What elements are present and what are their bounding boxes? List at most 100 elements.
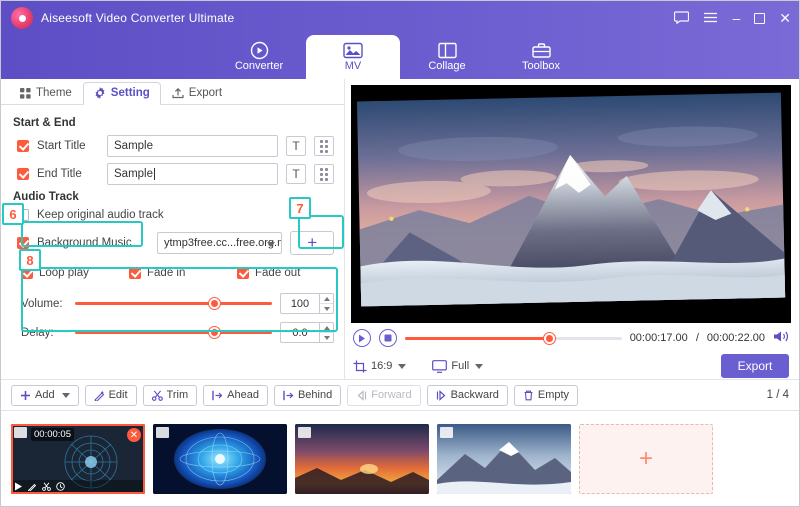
thumbnail-type-icon-1: [14, 427, 27, 438]
callout-7: 7: [289, 197, 311, 219]
tab-export[interactable]: Export: [161, 82, 233, 104]
minimize-button[interactable]: –: [732, 11, 740, 25]
start-title-label: Start Title: [37, 140, 86, 152]
fade-out-label: Fade out: [255, 267, 301, 279]
behind-button-label: Behind: [297, 389, 333, 401]
delay-label: Delay:: [21, 326, 54, 339]
nav-tab-mv[interactable]: MV: [306, 35, 400, 79]
thumbnail-actions-1[interactable]: [14, 482, 65, 491]
player-controls: 00:00:17.00 / 00:00:22.00: [351, 329, 791, 347]
thumbnail-remove-button-1[interactable]: ✕: [127, 428, 141, 442]
volume-stepper[interactable]: 100: [280, 293, 334, 314]
start-title-more-button[interactable]: [314, 136, 334, 156]
add-button[interactable]: Add: [11, 384, 79, 406]
time-total: 00:00:22.00: [706, 332, 765, 344]
delay-stepper[interactable]: 0.0: [280, 322, 334, 343]
forward-button[interactable]: Forward: [347, 384, 421, 406]
app-logo-icon: [11, 7, 33, 29]
menu-icon[interactable]: [703, 11, 718, 25]
wand-icon: [93, 390, 104, 401]
page-indicator: 1 / 4: [766, 389, 789, 401]
screen-mode-selector[interactable]: Full: [432, 359, 484, 373]
behind-button[interactable]: Behind: [273, 384, 342, 406]
volume-slider[interactable]: [75, 298, 272, 309]
filmstrip-item-2[interactable]: [153, 424, 287, 494]
nav-tab-converter-label: Converter: [234, 60, 284, 72]
player-options: 16:9 Full Export: [351, 354, 791, 378]
scissors-icon: [42, 482, 51, 491]
crop-icon: [353, 360, 367, 372]
fade-in-label: Fade in: [147, 267, 186, 279]
ahead-button[interactable]: Ahead: [203, 384, 268, 406]
end-title-more-button[interactable]: [314, 164, 334, 184]
empty-button[interactable]: Empty: [513, 384, 579, 406]
start-title-input[interactable]: Sample: [107, 135, 278, 157]
filmstrip-item-1[interactable]: 00:00:05 ✕: [11, 424, 145, 494]
backward-button-label: Backward: [450, 389, 499, 401]
volume-icon[interactable]: [773, 330, 789, 346]
add-media-tile[interactable]: +: [579, 424, 713, 494]
background-music-row: Background Music ytmp3free.cc...free.org…: [17, 231, 334, 255]
background-music-checkbox[interactable]: [17, 237, 29, 249]
play-button[interactable]: [353, 329, 371, 347]
window-controls: – ✕: [674, 1, 791, 35]
screen-mode-value: Full: [451, 360, 470, 372]
feedback-icon[interactable]: [674, 10, 690, 26]
fade-in-checkbox[interactable]: [129, 267, 141, 279]
settings-subtabs: Theme Setting Export: [1, 79, 344, 105]
backward-button[interactable]: Backward: [426, 384, 508, 406]
settings-panel: Theme Setting Export Start & End Start T…: [1, 79, 345, 379]
filmstrip-item-4[interactable]: [437, 424, 571, 494]
delay-row: Delay: 0.0: [21, 322, 334, 343]
end-title-row: End Title Sample T: [17, 163, 334, 185]
callout-6: 6: [2, 203, 24, 225]
nav-tab-collage[interactable]: Collage: [400, 35, 494, 79]
nav-tab-toolbox[interactable]: Toolbox: [494, 35, 588, 79]
loop-play-label: Loop play: [39, 267, 89, 279]
music-file-select[interactable]: ytmp3free.cc...free.org.mp3: [157, 232, 283, 254]
backward-icon: [436, 389, 445, 401]
start-title-text-style-button[interactable]: T: [286, 136, 306, 156]
nav-tab-collage-label: Collage: [428, 60, 466, 72]
video-preview[interactable]: [351, 85, 791, 323]
close-button[interactable]: ✕: [779, 11, 791, 25]
settings-content: Start & End Start Title Sample T End Tit…: [1, 105, 344, 343]
trim-button[interactable]: Trim: [142, 384, 198, 406]
nav-tab-converter[interactable]: Converter: [212, 35, 306, 79]
edit-button[interactable]: Edit: [84, 384, 137, 406]
scissors-icon: [151, 389, 163, 401]
mv-icon: [343, 42, 363, 58]
nav-tab-toolbox-label: Toolbox: [522, 60, 560, 72]
wand-icon: [28, 483, 37, 491]
background-music-label: Background Music: [37, 237, 132, 249]
thumbnail-type-icon-3: [298, 427, 311, 438]
tab-theme[interactable]: Theme: [9, 82, 83, 104]
end-title-checkbox[interactable]: [17, 168, 29, 180]
maximize-button[interactable]: [754, 12, 766, 24]
aspect-ratio-selector[interactable]: 16:9: [353, 360, 407, 373]
time-current: 00:00:17.00: [629, 332, 688, 344]
filmstrip-item-3[interactable]: [295, 424, 429, 494]
monitor-icon: [432, 359, 448, 373]
export-button[interactable]: Export: [721, 354, 789, 378]
end-title-label: End Title: [37, 168, 82, 180]
audio-options-row: Loop play Fade in Fade out: [21, 267, 334, 279]
stop-button[interactable]: [379, 329, 397, 347]
volume-row: Volume: 100: [21, 293, 334, 314]
playback-progress-slider[interactable]: [405, 332, 622, 344]
trash-icon: [524, 390, 533, 400]
end-title-input[interactable]: Sample: [107, 163, 278, 185]
fade-out-checkbox[interactable]: [237, 267, 249, 279]
trim-button-label: Trim: [166, 389, 189, 401]
behind-icon: [283, 390, 294, 400]
start-title-checkbox[interactable]: [17, 140, 29, 152]
tab-setting[interactable]: Setting: [82, 82, 161, 105]
delay-value: 0.0: [292, 326, 308, 339]
app-title: Aiseesoft Video Converter Ultimate: [41, 11, 235, 25]
volume-value: 100: [290, 297, 310, 310]
delay-slider[interactable]: [75, 327, 272, 338]
end-title-text-style-button[interactable]: T: [286, 164, 306, 184]
add-music-button[interactable]: +: [290, 231, 334, 255]
clock-icon: [56, 482, 65, 491]
forward-icon: [357, 389, 367, 401]
